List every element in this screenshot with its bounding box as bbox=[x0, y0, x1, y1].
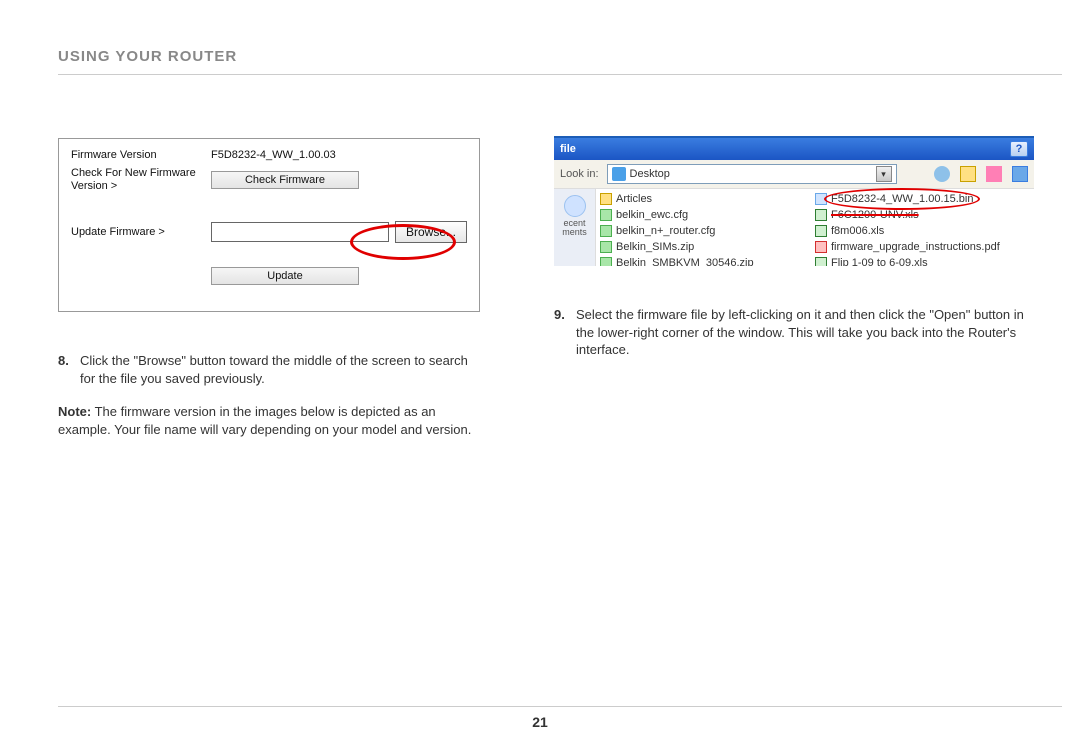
file-name: belkin_n+_router.cfg bbox=[616, 225, 715, 237]
zip-icon bbox=[600, 257, 612, 266]
page-number: 21 bbox=[0, 714, 1080, 730]
new-folder-icon[interactable] bbox=[986, 166, 1002, 182]
file-item[interactable]: F6C1200-UNV.xls bbox=[815, 207, 1030, 223]
firmware-version-value: F5D8232-4_WW_1.00.03 bbox=[211, 149, 467, 161]
lookin-label: Look in: bbox=[560, 168, 599, 180]
step-8-number: 8. bbox=[58, 352, 80, 387]
desktop-icon bbox=[612, 167, 626, 181]
file-name: Belkin_SMBKVM_30546.zip bbox=[616, 257, 754, 266]
note-text: The firmware version in the images below… bbox=[58, 404, 471, 437]
chevron-down-icon: ▾ bbox=[876, 166, 892, 182]
file-name: Flip 1-09 to 6-09.xls bbox=[831, 257, 928, 266]
browse-button[interactable]: Browse... bbox=[395, 221, 467, 243]
firmware-file-input[interactable] bbox=[211, 222, 389, 242]
cfg-icon bbox=[600, 225, 612, 237]
view-menu-icon[interactable] bbox=[1012, 166, 1028, 182]
bin-icon bbox=[815, 193, 827, 205]
file-name: f8m006.xls bbox=[831, 225, 884, 237]
xls-icon bbox=[815, 225, 827, 237]
step-8-text: Click the "Browse" button toward the mid… bbox=[80, 352, 480, 387]
dialog-toolbar: Look in: Desktop ▾ bbox=[554, 160, 1034, 189]
file-item[interactable]: firmware_upgrade_instructions.pdf bbox=[815, 239, 1030, 255]
step-9-text: Select the firmware file by left-clickin… bbox=[576, 306, 1034, 359]
lookin-dropdown[interactable]: Desktop ▾ bbox=[607, 164, 897, 184]
places-bar: ecent ments bbox=[554, 189, 596, 266]
file-item[interactable]: Flip 1-09 to 6-09.xls bbox=[815, 255, 1030, 266]
file-open-dialog: file ? Look in: Desktop ▾ ecent ments Ar… bbox=[554, 136, 1034, 266]
check-firmware-button[interactable]: Check Firmware bbox=[211, 171, 359, 189]
dialog-title: file bbox=[560, 143, 576, 155]
file-name: F6C1200-UNV.xls bbox=[831, 209, 919, 221]
file-list-col2: F5D8232-4_WW_1.00.15.bin F6C1200-UNV.xls f… bbox=[815, 191, 1030, 266]
pdf-icon bbox=[815, 241, 827, 253]
router-settings-panel: Firmware Version F5D8232-4_WW_1.00.03 Ch… bbox=[58, 138, 480, 312]
dialog-titlebar: file ? bbox=[554, 138, 1034, 160]
recent-places-icon[interactable] bbox=[564, 195, 586, 217]
file-item[interactable]: belkin_n+_router.cfg bbox=[600, 223, 815, 239]
check-firmware-label: Check For New Firmware Version > bbox=[71, 167, 211, 193]
xls-icon bbox=[815, 209, 827, 221]
firmware-version-label: Firmware Version bbox=[71, 149, 211, 161]
left-instructions: 8. Click the "Browse" button toward the … bbox=[58, 352, 480, 438]
lookin-value: Desktop bbox=[630, 168, 670, 180]
places-label: ecent ments bbox=[554, 219, 595, 237]
file-name: F5D8232-4_WW_1.00.15.bin bbox=[831, 193, 973, 205]
up-folder-icon[interactable] bbox=[960, 166, 976, 182]
divider-bottom bbox=[58, 706, 1062, 707]
right-instructions: 9. Select the firmware file by left-clic… bbox=[554, 306, 1034, 359]
file-item[interactable]: Belkin_SMBKVM_30546.zip bbox=[600, 255, 815, 266]
file-name: Belkin_SIMs.zip bbox=[616, 241, 694, 253]
file-item[interactable]: belkin_ewc.cfg bbox=[600, 207, 815, 223]
step-9-number: 9. bbox=[554, 306, 576, 359]
divider-top bbox=[58, 74, 1062, 75]
back-icon[interactable] bbox=[934, 166, 950, 182]
xls-icon bbox=[815, 257, 827, 266]
file-item[interactable]: Articles bbox=[600, 191, 815, 207]
file-name: firmware_upgrade_instructions.pdf bbox=[831, 241, 1000, 253]
file-item[interactable]: f8m006.xls bbox=[815, 223, 1030, 239]
help-icon[interactable]: ? bbox=[1010, 141, 1028, 157]
file-name: Articles bbox=[616, 193, 652, 205]
update-firmware-label: Update Firmware > bbox=[71, 226, 211, 238]
file-item[interactable]: Belkin_SIMs.zip bbox=[600, 239, 815, 255]
file-list-col1: Articles belkin_ewc.cfg belkin_n+_router.c… bbox=[600, 191, 815, 266]
folder-icon bbox=[600, 193, 612, 205]
note-label: Note: bbox=[58, 404, 91, 419]
zip-icon bbox=[600, 241, 612, 253]
file-item[interactable]: F5D8232-4_WW_1.00.15.bin bbox=[815, 191, 1030, 207]
page-title: USING YOUR ROUTER bbox=[58, 48, 237, 65]
update-button[interactable]: Update bbox=[211, 267, 359, 285]
file-name: belkin_ewc.cfg bbox=[616, 209, 688, 221]
cfg-icon bbox=[600, 209, 612, 221]
